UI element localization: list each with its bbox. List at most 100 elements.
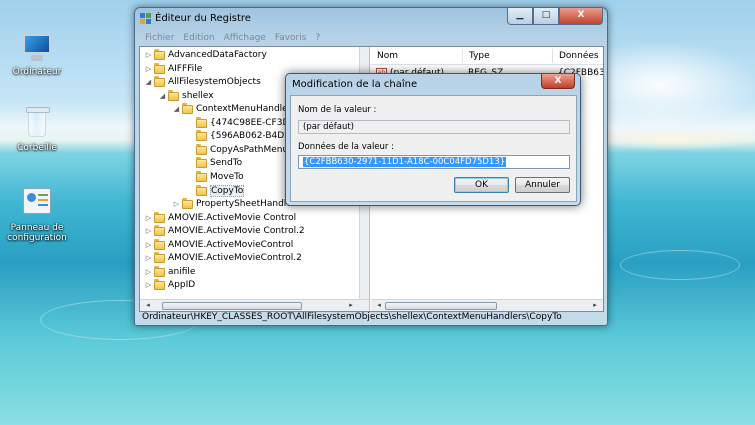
tree-item[interactable]: CopyAsPathMenu bbox=[186, 143, 289, 157]
expand-toggle-icon[interactable]: ▷ bbox=[144, 225, 153, 238]
scroll-thumb[interactable] bbox=[385, 302, 497, 310]
expand-toggle-icon[interactable]: ◢ bbox=[158, 90, 167, 103]
tree-item-label: AIFFFile bbox=[168, 63, 203, 74]
tree-item[interactable]: ▷ PropertySheetHandlers bbox=[172, 198, 300, 211]
folder-icon bbox=[154, 225, 165, 237]
computer-icon bbox=[19, 30, 55, 64]
expand-toggle-icon[interactable]: ◢ bbox=[172, 103, 181, 116]
dialog-close-button[interactable]: X bbox=[541, 74, 575, 89]
tree-item-label: AMOVIE.ActiveMovie Control.2 bbox=[168, 226, 305, 237]
menu-bar: Fichier Edition Affichage Favoris ? bbox=[139, 30, 603, 45]
tree-item[interactable]: ▷ AMOVIE.ActiveMovie Control.2 bbox=[144, 225, 305, 238]
expand-toggle-icon[interactable]: ▷ bbox=[172, 198, 181, 211]
dialog-body: Nom de la valeur : (par défaut) Données … bbox=[290, 95, 577, 202]
expand-toggle-icon[interactable]: ▷ bbox=[144, 252, 153, 265]
tree-item-label: CopyTo bbox=[210, 184, 245, 197]
expand-toggle-icon[interactable]: ▷ bbox=[144, 63, 153, 76]
tree-item[interactable]: ▷ anifile bbox=[144, 265, 195, 279]
expand-toggle-icon[interactable]: ▷ bbox=[144, 266, 153, 279]
tree-item[interactable]: ▷ AdvancedDataFactory bbox=[144, 49, 267, 62]
tree-item[interactable]: ◢ ContextMenuHandlers bbox=[172, 103, 296, 116]
value-data-input[interactable]: {C2FBB630-2971-11D1-A18C-00C04FD75D13} bbox=[298, 155, 570, 169]
tree-item-label: shellex bbox=[182, 90, 214, 101]
expand-toggle-icon[interactable]: ▷ bbox=[144, 212, 153, 225]
tree-item[interactable]: ◢ AllFilesystemObjects bbox=[144, 76, 261, 89]
folder-icon bbox=[154, 211, 165, 223]
status-bar-path: Ordinateur\HKEY_CLASSES_ROOT\AllFilesyst… bbox=[142, 312, 562, 322]
control-panel-icon bbox=[19, 186, 55, 220]
folder-icon bbox=[196, 130, 207, 142]
folder-icon bbox=[196, 184, 207, 196]
window-title: Éditeur du Registre bbox=[155, 13, 251, 24]
list-horizontal-scrollbar[interactable]: ◂ ▸ bbox=[371, 299, 603, 311]
scroll-left-arrow-icon[interactable]: ◂ bbox=[373, 300, 385, 311]
tree-item[interactable]: {596AB062-B4D2-4 bbox=[186, 130, 299, 143]
expand-toggle-icon[interactable]: ◢ bbox=[144, 76, 153, 89]
expand-toggle-icon[interactable]: ▷ bbox=[144, 239, 153, 252]
tree-item[interactable]: ▷ AIFFFile bbox=[144, 62, 203, 76]
folder-icon bbox=[154, 49, 165, 60]
desktop-icon-recycle-bin[interactable]: Corbeille bbox=[0, 106, 75, 153]
tree-item[interactable]: MoveTo bbox=[186, 170, 244, 184]
tree-item-label: SendTo bbox=[210, 158, 243, 169]
tree-item[interactable]: SendTo bbox=[186, 157, 242, 170]
folder-icon bbox=[154, 279, 165, 291]
maximize-button[interactable]: □ bbox=[533, 8, 559, 25]
folder-icon bbox=[196, 143, 207, 155]
desktop-icon-computer[interactable]: Ordinateur bbox=[0, 30, 75, 77]
value-data-label: Données de la valeur : bbox=[298, 142, 394, 152]
tree-item[interactable]: {474C98EE-CF3D-4 bbox=[186, 116, 298, 130]
tree-item-label: AMOVIE.ActiveMovieControl bbox=[168, 239, 294, 250]
tree-item[interactable]: ◢ shellex bbox=[158, 89, 214, 103]
tree-item-label: MoveTo bbox=[210, 171, 244, 182]
folder-icon bbox=[182, 103, 193, 115]
tree-item-label: ContextMenuHandlers bbox=[196, 104, 297, 115]
menu-help[interactable]: ? bbox=[315, 33, 320, 43]
folder-icon bbox=[154, 252, 165, 264]
column-header-type[interactable]: Type bbox=[463, 49, 553, 63]
menu-favorites[interactable]: Favoris bbox=[275, 33, 307, 43]
folder-icon bbox=[196, 170, 207, 182]
edit-string-dialog: Modification de la chaîne X Nom de la va… bbox=[285, 73, 581, 206]
scroll-thumb[interactable] bbox=[162, 302, 302, 310]
tree-horizontal-scrollbar[interactable]: ◂ ▸ bbox=[140, 299, 369, 311]
recycle-bin-icon bbox=[19, 106, 55, 140]
tree-item[interactable]: ▷ AMOVIE.ActiveMovieControl bbox=[144, 238, 294, 252]
expand-toggle-icon[interactable]: ▷ bbox=[144, 279, 153, 292]
tree-item-label: AMOVIE.ActiveMovie Control bbox=[168, 212, 297, 223]
tree-item-label: AdvancedDataFactory bbox=[168, 50, 267, 60]
menu-edit[interactable]: Edition bbox=[183, 33, 214, 43]
ok-button[interactable]: OK bbox=[454, 177, 509, 193]
tree-item-label: AppID bbox=[168, 280, 196, 291]
column-header-data[interactable]: Données bbox=[553, 49, 603, 63]
folder-icon bbox=[154, 265, 165, 277]
regedit-app-icon bbox=[140, 13, 151, 24]
window-controls: ▁ □ X bbox=[507, 8, 603, 25]
tree-item-label: CopyAsPathMenu bbox=[210, 144, 289, 155]
scroll-left-arrow-icon[interactable]: ◂ bbox=[142, 300, 154, 311]
tree-item[interactable]: CopyTo bbox=[186, 184, 245, 198]
menu-file[interactable]: Fichier bbox=[145, 33, 174, 43]
desktop-icon-label: Corbeille bbox=[17, 143, 57, 153]
close-button[interactable]: X bbox=[559, 8, 603, 25]
desktop-icon-label: Panneau de configuration bbox=[7, 223, 67, 243]
tree-item[interactable]: ▷ AppID bbox=[144, 279, 195, 292]
tree-item[interactable]: ▷ AMOVIE.ActiveMovie Control bbox=[144, 211, 297, 225]
expand-toggle-icon[interactable]: ▷ bbox=[144, 49, 153, 62]
scroll-right-arrow-icon[interactable]: ▸ bbox=[345, 300, 357, 311]
minimize-button[interactable]: ▁ bbox=[507, 8, 533, 25]
cancel-button[interactable]: Annuler bbox=[515, 177, 570, 193]
tree-item-label: AMOVIE.ActiveMovieControl.2 bbox=[168, 253, 302, 264]
scroll-right-arrow-icon[interactable]: ▸ bbox=[589, 300, 601, 311]
tree-item[interactable]: ▷ AMOVIE.ActiveMovieControl.2 bbox=[144, 252, 302, 265]
folder-icon bbox=[154, 62, 165, 74]
menu-view[interactable]: Affichage bbox=[224, 33, 266, 43]
value-name-label: Nom de la valeur : bbox=[298, 105, 377, 115]
dialog-title: Modification de la chaîne bbox=[292, 79, 418, 90]
column-header-name[interactable]: Nom bbox=[371, 49, 463, 63]
folder-icon bbox=[182, 198, 193, 210]
desktop-icon-control-panel[interactable]: Panneau de configuration bbox=[0, 186, 75, 243]
folder-icon bbox=[196, 157, 207, 169]
value-name-field: (par défaut) bbox=[298, 120, 570, 134]
folder-icon bbox=[154, 238, 165, 250]
